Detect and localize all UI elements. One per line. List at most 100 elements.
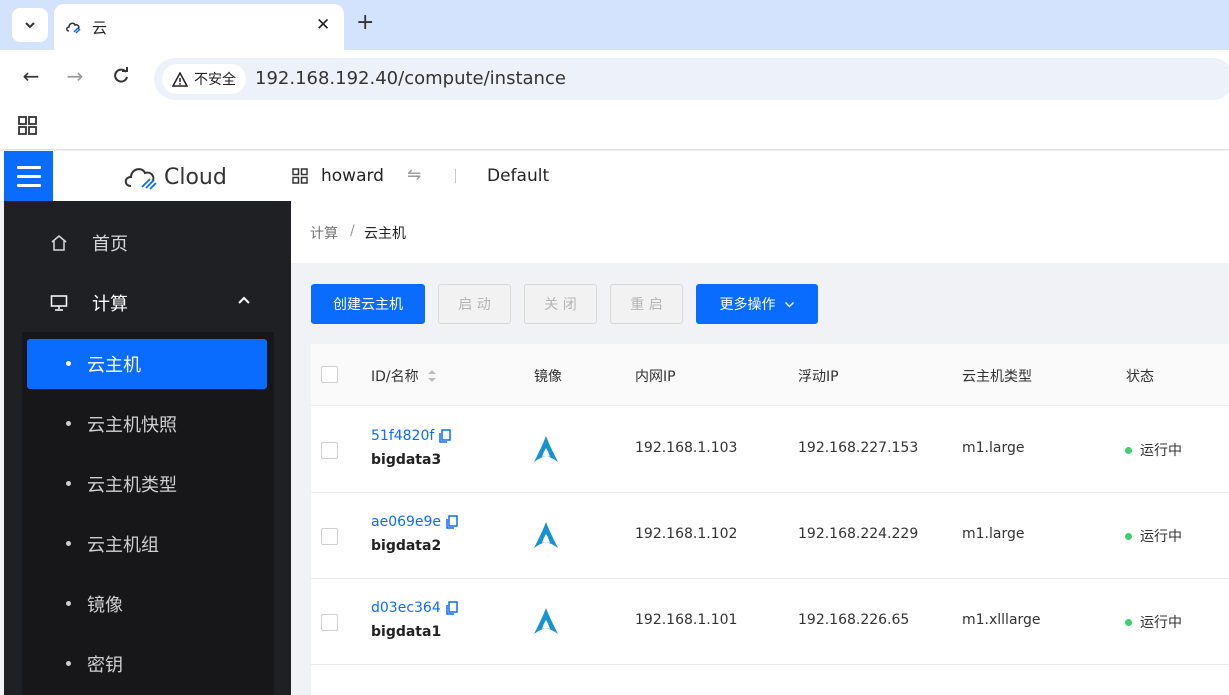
cloud-favicon-icon	[66, 22, 81, 34]
floating-ip: 192.168.224.229	[798, 526, 919, 542]
more-actions-button[interactable]: 更多操作	[696, 284, 818, 324]
table-row[interactable]: d03ec364 bigdata1 192.168.1.101 192.168.…	[311, 579, 1229, 665]
sidebar-item-snapshots[interactable]: 云主机快照	[22, 399, 274, 449]
url-text[interactable]: 192.168.192.40/compute/instance	[255, 68, 566, 89]
chevron-down-icon	[25, 22, 35, 29]
sidebar-item-flavors[interactable]: 云主机类型	[22, 459, 274, 509]
flavor: m1.large	[962, 526, 1025, 542]
column-header-id-name[interactable]: ID/名称	[371, 366, 437, 386]
sidebar-item-server-groups[interactable]: 云主机组	[22, 519, 274, 569]
row-checkbox[interactable]	[321, 528, 338, 545]
domain-name[interactable]: Default	[487, 166, 549, 186]
copy-icon[interactable]	[439, 429, 452, 443]
instance-id-link[interactable]: ae069e9e	[371, 514, 458, 530]
hamburger-line	[16, 174, 41, 178]
status-badge: 运行中	[1125, 526, 1182, 546]
instance-id-link[interactable]: 51f4820f	[371, 428, 452, 444]
instance-id[interactable]: 51f4820f	[371, 428, 434, 444]
breadcrumb-separator: /	[350, 223, 355, 239]
sidebar-item-home[interactable]: 首页	[4, 213, 291, 273]
tab-search-button[interactable]	[12, 8, 48, 42]
home-icon	[51, 235, 67, 251]
table-row[interactable]: ae069e9e bigdata2 192.168.1.102 192.168.…	[311, 493, 1229, 579]
insecure-label: 不安全	[194, 72, 236, 88]
tab-close-icon[interactable]: ✕	[316, 15, 330, 35]
apps-grid-icon[interactable]	[18, 116, 38, 136]
status-text: 运行中	[1140, 443, 1182, 459]
chevron-up-icon	[238, 296, 250, 304]
start-button[interactable]: 启 动	[438, 284, 511, 324]
submenu-label: 密钥	[87, 655, 123, 676]
browser-tabstrip: 云 ✕ +	[0, 0, 1229, 50]
sidebar: 首页 计算 云主机 云主机快照 云主机类型 云主机组 镜像 密钥	[4, 201, 291, 695]
reload-icon[interactable]	[108, 63, 134, 89]
row-checkbox[interactable]	[321, 614, 338, 631]
arch-linux-icon	[534, 608, 558, 634]
new-tab-plus-icon[interactable]: +	[356, 10, 374, 35]
column-header-flavor: 云主机类型	[962, 369, 1032, 385]
app-logo[interactable]: Cloud	[122, 161, 227, 193]
column-header-private-ip: 内网IP	[635, 369, 676, 385]
sidebar-item-compute[interactable]: 计算	[4, 273, 291, 333]
instances-table: ID/名称 镜像 内网IP 浮动IP 云主机类型 状态 51f4820f big…	[311, 344, 1229, 695]
instance-id[interactable]: d03ec364	[371, 600, 441, 616]
forward-arrow-icon[interactable]: →	[62, 63, 88, 89]
stop-button[interactable]: 关 闭	[524, 284, 597, 324]
sidebar-item-label: 计算	[92, 294, 128, 315]
column-header-floating-ip: 浮动IP	[798, 369, 839, 385]
bullet-dot	[66, 541, 71, 546]
private-ip: 192.168.1.103	[635, 440, 738, 456]
browser-tab-active[interactable]: 云 ✕	[54, 4, 344, 50]
status-dot	[1125, 618, 1132, 626]
switch-project-icon[interactable]: ⇋	[407, 165, 421, 185]
project-grid-icon	[292, 168, 308, 184]
sort-icon[interactable]	[427, 368, 437, 384]
copy-icon[interactable]	[446, 515, 458, 529]
select-all-checkbox[interactable]	[321, 366, 338, 383]
submenu-label: 云主机快照	[87, 415, 177, 436]
status-dot	[1125, 532, 1132, 540]
warning-triangle-icon	[172, 71, 188, 87]
column-header-label: ID/名称	[371, 369, 419, 385]
project-name[interactable]: howard	[321, 166, 384, 186]
instance-name: bigdata1	[371, 624, 442, 640]
app-header: Cloud howard ⇋ Default	[0, 151, 1229, 201]
instance-name: bigdata2	[371, 538, 442, 554]
cloud-logo-icon	[124, 168, 157, 190]
private-ip: 192.168.1.101	[635, 612, 738, 628]
security-chip[interactable]: 不安全	[162, 64, 246, 94]
arch-linux-icon	[534, 522, 558, 548]
flavor: m1.xlllarge	[962, 612, 1041, 628]
back-arrow-icon[interactable]: ←	[18, 63, 44, 89]
sidebar-item-instances[interactable]: 云主机	[27, 339, 267, 389]
breadcrumb-parent[interactable]: 计算	[310, 223, 338, 243]
sidebar-item-images[interactable]: 镜像	[22, 579, 274, 629]
browser-toolbar: ← → 不安全 192.168.192.40/compute/instance	[0, 50, 1229, 104]
bookmarks-bar	[0, 104, 1229, 150]
menu-toggle-button[interactable]	[4, 151, 53, 201]
submenu-label: 云主机	[87, 355, 141, 376]
sidebar-item-label: 首页	[92, 234, 128, 255]
monitor-icon	[50, 295, 68, 311]
arch-linux-icon	[534, 436, 558, 462]
table-row[interactable]: 51f4820f bigdata3 192.168.1.103 192.168.…	[311, 407, 1229, 493]
submenu-label: 云主机组	[87, 535, 159, 556]
header-divider	[455, 169, 456, 183]
hamburger-line	[16, 183, 41, 187]
more-actions-label: 更多操作	[719, 297, 776, 313]
row-checkbox[interactable]	[321, 442, 338, 459]
breadcrumb-current: 云主机	[364, 226, 406, 242]
restart-button[interactable]: 重 启	[610, 284, 683, 324]
submenu-label: 云主机类型	[87, 475, 177, 496]
bullet-dot	[66, 421, 71, 426]
instance-id-link[interactable]: d03ec364	[371, 600, 458, 616]
copy-icon[interactable]	[445, 601, 458, 615]
bullet-dot	[66, 601, 71, 606]
status-text: 运行中	[1140, 615, 1182, 631]
create-instance-button[interactable]: 创建云主机	[311, 284, 425, 324]
address-bar[interactable]: 不安全 192.168.192.40/compute/instance	[154, 58, 1229, 100]
instance-id[interactable]: ae069e9e	[371, 514, 441, 530]
status-dot	[1125, 446, 1132, 454]
sidebar-item-keypairs[interactable]: 密钥	[22, 639, 274, 689]
column-header-status: 状态	[1126, 369, 1154, 385]
